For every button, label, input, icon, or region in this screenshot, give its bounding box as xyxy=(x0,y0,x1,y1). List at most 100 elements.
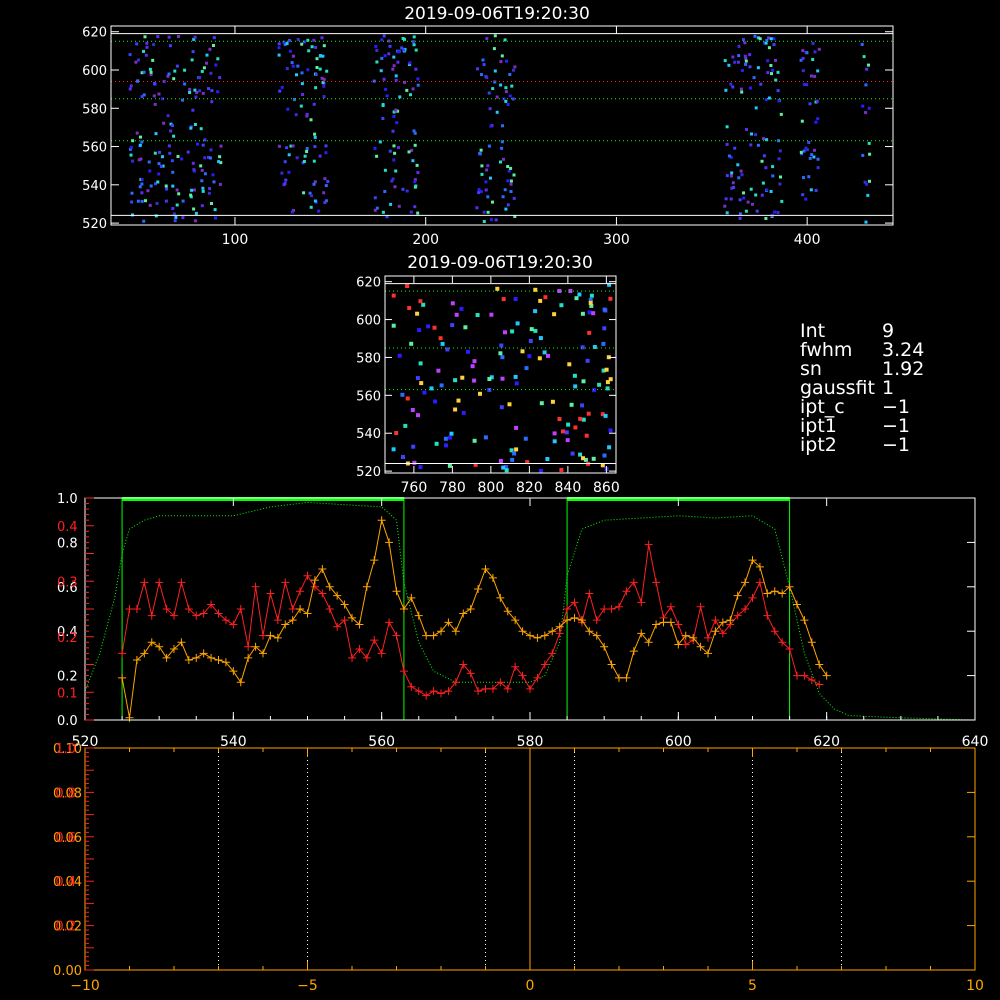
heatmap-pixel xyxy=(309,118,313,122)
heatmap-pixel xyxy=(504,99,508,103)
heatmap-pixel xyxy=(175,64,179,68)
heatmap-pixel xyxy=(305,112,309,116)
heatmap-pixel xyxy=(751,202,754,206)
heatmap-pixel xyxy=(503,38,507,42)
orange-point xyxy=(244,653,253,662)
heatmap-pixel xyxy=(779,175,782,179)
heatmap-pixel xyxy=(447,435,452,440)
heatmap-pixel xyxy=(868,152,872,156)
heatmap-pixel xyxy=(139,157,143,161)
y-tick-label-orange: 0.00 xyxy=(53,964,82,979)
heatmap-pixel xyxy=(398,95,402,99)
heatmap-pixel xyxy=(538,336,543,341)
heatmap-pixel xyxy=(608,428,613,433)
heatmap-pixel xyxy=(499,83,503,87)
heatmap-pixel xyxy=(778,182,782,186)
heatmap-pixel xyxy=(723,59,727,63)
heatmap-pixel xyxy=(800,119,804,123)
orange-point xyxy=(592,631,601,640)
heatmap-pixel xyxy=(523,436,528,441)
heatmap-pixel xyxy=(139,135,142,139)
heatmap-pixel xyxy=(379,69,383,73)
mid-axes: 760 780 800 820 840 860 520 540 560 580 600 620 xyxy=(356,276,620,496)
heatmap-pixel xyxy=(407,150,411,154)
heatmap-pixel xyxy=(494,218,498,222)
heatmap-pixel xyxy=(749,143,753,147)
red-point xyxy=(637,598,646,607)
heatmap-pixel xyxy=(158,150,161,154)
heatmap-pixel xyxy=(771,174,775,178)
heatmap-pixel xyxy=(405,396,410,401)
heatmap-pixel xyxy=(200,168,204,172)
heatmap-pixel xyxy=(318,67,322,71)
y-tick-label: 540 xyxy=(356,427,381,442)
heatmap-pixel xyxy=(413,180,417,184)
heatmap-pixel xyxy=(487,377,492,381)
red-point xyxy=(385,618,394,627)
red-point xyxy=(266,589,275,598)
heatmap-pixel xyxy=(172,77,176,81)
orange-point xyxy=(377,516,386,525)
heatmap-pixel xyxy=(550,399,555,404)
heatmap-pixel xyxy=(809,74,813,78)
orange-series-line xyxy=(121,520,828,718)
heatmap-pixel xyxy=(780,199,784,203)
heatmap-pixel xyxy=(504,468,509,473)
heatmap-pixel xyxy=(472,378,477,383)
heatmap-pixel xyxy=(762,154,766,158)
heatmap-pixel xyxy=(765,188,769,192)
red-point xyxy=(748,593,757,602)
red-point xyxy=(548,649,557,658)
heatmap-pixel xyxy=(157,92,161,96)
heatmap-pixel xyxy=(767,96,771,100)
heatmap-pixel xyxy=(504,207,508,211)
heatmap-pixel xyxy=(561,429,565,434)
heatmap-pixel xyxy=(509,179,513,183)
red-point xyxy=(236,605,245,613)
heatmap-pixel xyxy=(212,180,216,184)
heatmap-pixel xyxy=(375,49,379,52)
heatmap-pixel xyxy=(508,94,512,98)
heatmap-pixel xyxy=(727,63,731,67)
heatmap-pixel xyxy=(135,131,139,135)
heatmap-pixel xyxy=(295,73,298,77)
fit-info-panel: Int 9 fwhm 3.24 sn 1.92 gaussfit 1 ipt_c −1 i… xyxy=(800,322,924,455)
heatmap-pixel xyxy=(299,104,303,108)
heatmap-pixel xyxy=(288,38,291,42)
heatmap-pixel xyxy=(156,35,160,39)
x-tick-label: 780 xyxy=(439,480,466,496)
heatmap-pixel xyxy=(417,328,422,333)
heatmap-pixel xyxy=(309,194,313,198)
heatmap-pixel xyxy=(739,169,743,173)
heatmap-pixel xyxy=(754,193,758,197)
heatmap-pixel xyxy=(290,61,294,65)
heatmap-pixel xyxy=(314,86,318,90)
heatmap-pixel xyxy=(776,211,780,214)
heatmap-pixel xyxy=(493,34,497,38)
heatmap-pixel xyxy=(410,148,414,152)
heatmap-pixel xyxy=(164,184,168,188)
heatmap-pixel xyxy=(499,60,503,64)
heatmap-pixel xyxy=(174,215,178,219)
heatmap-pixel xyxy=(286,107,290,111)
y-tick-label: 600 xyxy=(356,314,381,329)
heatmap-pixel xyxy=(313,132,317,136)
y-tick-label-red: 0.6 xyxy=(55,831,76,846)
heatmap-pixel xyxy=(811,58,815,61)
heatmap-pixel xyxy=(863,180,867,184)
heatmap-pixel xyxy=(134,60,138,64)
heatmap-pixel xyxy=(191,50,195,54)
heatmap-pixel xyxy=(565,438,570,443)
heatmap-pixel xyxy=(300,71,304,75)
heatmap-pixel xyxy=(320,36,324,40)
heatmap-pixel xyxy=(375,60,379,64)
orange-point xyxy=(147,638,156,647)
heatmap-pixel xyxy=(502,157,505,161)
heatmap-pixel xyxy=(501,297,506,302)
heatmap-pixel xyxy=(802,149,806,153)
heatmap-pixel xyxy=(183,82,187,86)
heatmap-pixel xyxy=(400,46,404,50)
heatmap-pixel xyxy=(552,439,557,444)
heatmap-pixel xyxy=(277,46,281,50)
heatmap-pixel xyxy=(769,37,773,41)
